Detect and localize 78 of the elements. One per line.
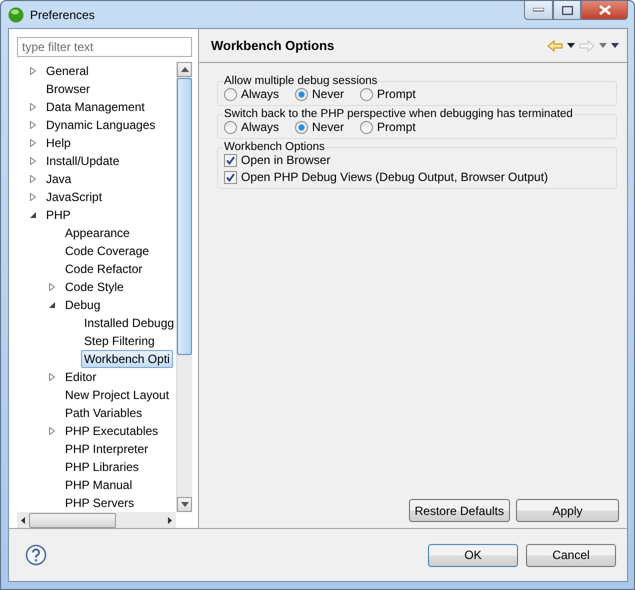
collapsed-arrow-icon[interactable]	[29, 103, 37, 111]
tree-item[interactable]: PHP	[43, 206, 74, 224]
tree-item[interactable]: Debug	[62, 296, 104, 314]
collapsed-arrow-icon[interactable]	[29, 157, 37, 165]
tree-item[interactable]: Code Style	[62, 278, 127, 296]
radio-option[interactable]: Always	[224, 87, 280, 101]
tree-item[interactable]: New Project Layout	[62, 386, 172, 404]
radio-button[interactable]	[295, 120, 308, 134]
tree-item[interactable]: General	[43, 62, 92, 80]
tree-item[interactable]: Java	[43, 170, 74, 188]
group-title: Switch back to the PHP perspective when debugging has terminated	[223, 108, 574, 120]
radio-button[interactable]	[360, 120, 374, 134]
tree-item[interactable]: Editor	[62, 368, 100, 386]
dialog-button[interactable]: OK	[428, 544, 518, 566]
tree-item[interactable]: Help	[43, 134, 74, 152]
page-button[interactable]: Restore Defaults	[408, 499, 510, 522]
minimize-icon	[533, 8, 544, 12]
tree-item[interactable]: PHP Interpreter	[62, 440, 152, 458]
tree-item[interactable]: Data Management	[43, 98, 148, 116]
app-logo-icon	[8, 6, 24, 22]
tree-item[interactable]: Appearance	[62, 224, 133, 242]
radio-button[interactable]	[224, 120, 237, 134]
page-title: Workbench Options	[211, 38, 336, 53]
radio-option[interactable]: Prompt	[360, 87, 416, 101]
scroll-up-icon[interactable]	[180, 67, 188, 72]
help-icon[interactable]	[25, 544, 47, 566]
scroll-right-icon[interactable]	[168, 516, 172, 524]
filter-field[interactable]: type filter text	[17, 37, 192, 57]
tree-item[interactable]: JavaScript	[43, 188, 106, 206]
collapsed-arrow-icon[interactable]	[29, 139, 37, 147]
dropdown-caret-icon[interactable]	[180, 502, 188, 507]
radio-option[interactable]: Always	[224, 120, 280, 134]
horizontal-scrollbar[interactable]	[17, 512, 176, 528]
tree-item[interactable]: Code Refactor	[62, 260, 146, 278]
checkbox[interactable]	[224, 154, 237, 166]
collapsed-arrow-icon[interactable]	[29, 175, 37, 183]
checkbox[interactable]	[224, 170, 237, 184]
checkbox-option[interactable]: Open in Browser	[224, 153, 610, 167]
collapsed-arrow-icon[interactable]	[48, 283, 56, 291]
collapsed-arrow-icon[interactable]	[29, 67, 37, 75]
dropdown-caret-icon[interactable]	[567, 43, 575, 48]
tree-item[interactable]: Code Coverage	[62, 242, 152, 260]
radio-button[interactable]	[360, 88, 374, 100]
tree-item[interactable]: Dynamic Languages	[43, 116, 158, 134]
tree-item[interactable]: PHP Servers	[62, 494, 138, 512]
tree-item[interactable]: Step Filtering	[81, 332, 158, 350]
radio-option[interactable]: Never	[295, 87, 344, 101]
tree-item[interactable]: PHP Libraries	[62, 458, 142, 476]
collapsed-arrow-icon[interactable]	[48, 427, 56, 435]
window-title: Preferences	[30, 8, 95, 22]
tree-item[interactable]: PHP Executables	[62, 422, 162, 440]
dialog-button[interactable]: Cancel	[526, 544, 616, 566]
collapsed-arrow-icon[interactable]	[29, 193, 37, 201]
maximize-button[interactable]	[553, 1, 581, 20]
maximize-icon	[562, 6, 572, 14]
radio-button[interactable]	[224, 88, 237, 100]
group-title: Workbench Options	[223, 141, 326, 153]
collapsed-arrow-icon[interactable]	[48, 373, 56, 381]
group-title: Allow multiple debug sessions	[223, 75, 378, 87]
radio-option[interactable]: Never	[295, 120, 344, 134]
tree-item[interactable]: Path Variables	[62, 404, 146, 422]
expanded-arrow-icon[interactable]	[29, 211, 37, 219]
tree-item[interactable]: Install/Update	[43, 152, 122, 170]
checkbox-option[interactable]: Open PHP Debug Views (Debug Output, Browser Output)	[224, 170, 610, 184]
tree-item[interactable]: Workbench Opti	[81, 350, 173, 368]
close-button[interactable]	[581, 1, 628, 20]
minimize-button[interactable]	[524, 1, 553, 20]
tree-item[interactable]: Browser	[43, 80, 94, 98]
vertical-scrollbar[interactable]	[176, 62, 192, 512]
close-icon	[598, 5, 610, 15]
collapsed-arrow-icon[interactable]	[29, 121, 37, 129]
expanded-arrow-icon[interactable]	[48, 301, 56, 309]
radio-button[interactable]	[295, 88, 308, 100]
tree-item[interactable]: Installed Debugg	[81, 314, 176, 332]
page-button[interactable]: Apply	[516, 499, 619, 522]
scroll-left-icon[interactable]	[21, 516, 25, 524]
tree-item[interactable]: PHP Manual	[62, 476, 136, 494]
radio-option[interactable]: Prompt	[360, 120, 416, 134]
